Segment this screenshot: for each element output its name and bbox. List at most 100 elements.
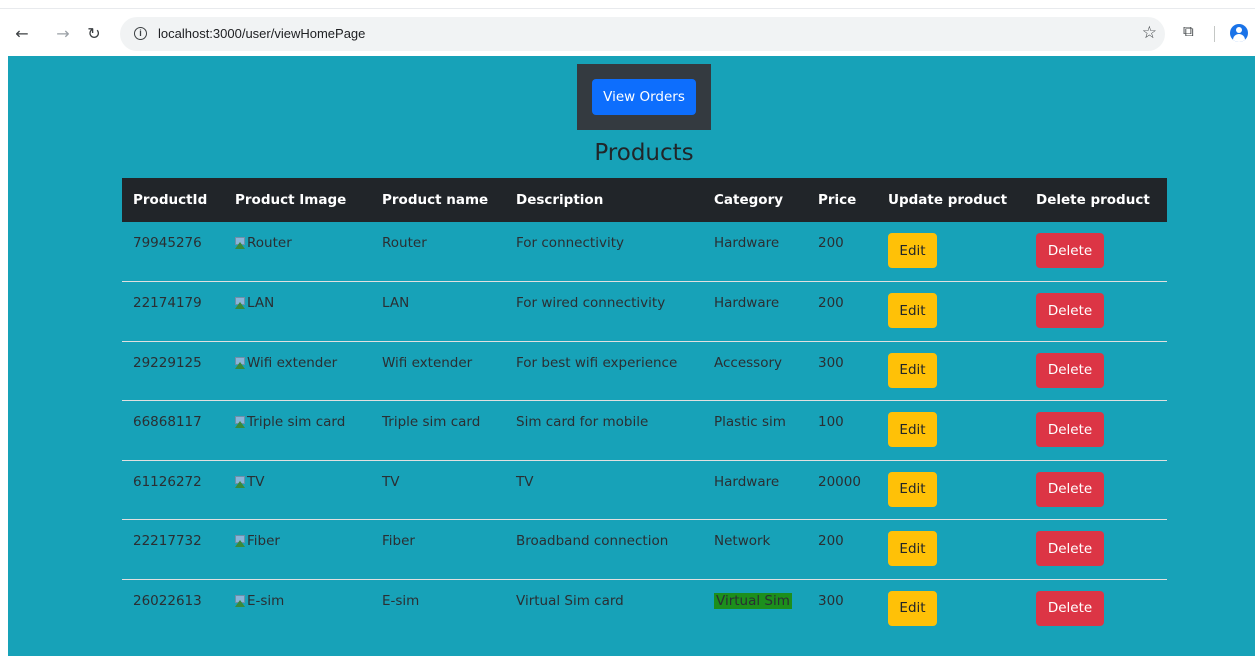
url-text[interactable]: localhost:3000/user/viewHomePage: [158, 26, 365, 41]
broken-image-icon: [235, 237, 246, 249]
column-header: Product name: [382, 192, 489, 208]
product-description: For connectivity: [516, 235, 624, 251]
column-header: Delete product: [1036, 192, 1150, 208]
broken-image-icon: [235, 535, 246, 547]
table-row: 29229125 Wifi extender Wifi extender For…: [122, 341, 1167, 401]
product-id: 79945276: [133, 235, 202, 251]
delete-button[interactable]: Delete: [1036, 352, 1104, 388]
product-description: Broadband connection: [516, 533, 669, 549]
delete-button[interactable]: Delete: [1036, 412, 1104, 447]
column-header: Product Image: [235, 192, 347, 208]
products-table: ProductId Product Image Product name Des…: [122, 178, 1167, 639]
column-header: Price: [818, 192, 857, 208]
column-header: Description: [516, 192, 604, 208]
product-price: 200: [818, 533, 844, 549]
product-id: 22174179: [133, 295, 202, 311]
edit-button[interactable]: Edit: [888, 233, 937, 268]
product-name: TV: [382, 473, 400, 490]
product-name: Wifi extender: [382, 354, 473, 371]
product-name: E-sim: [382, 592, 420, 609]
edit-button[interactable]: Edit: [888, 590, 937, 626]
back-arrow-icon[interactable]: ←: [12, 24, 32, 44]
table-row: 61126272 TV TV TV Hardware 20000 Edit De…: [122, 460, 1167, 520]
product-image-alt: LAN: [247, 295, 275, 311]
product-image: Wifi extender: [235, 355, 337, 371]
product-price: 300: [818, 354, 844, 371]
product-image: LAN: [235, 295, 274, 311]
product-id: 61126272: [133, 473, 202, 490]
product-image: Fiber: [235, 533, 280, 549]
view-orders-button[interactable]: View Orders: [592, 79, 696, 115]
forward-arrow-icon[interactable]: →: [53, 24, 73, 44]
product-image-alt: Wifi extender: [247, 354, 338, 371]
product-id: 66868117: [133, 414, 202, 430]
product-name: Fiber: [382, 533, 415, 549]
product-id: 26022613: [133, 592, 202, 609]
bookmark-star-icon[interactable]: ☆: [1142, 23, 1157, 43]
product-name: Triple sim card: [382, 414, 481, 430]
delete-button[interactable]: Delete: [1036, 293, 1104, 328]
product-name: LAN: [382, 295, 410, 311]
product-price: 100: [818, 414, 844, 430]
profile-avatar-icon[interactable]: [1230, 24, 1248, 42]
orders-panel: View Orders: [577, 64, 711, 130]
product-image-alt: Router: [247, 235, 292, 251]
product-price: 200: [818, 295, 844, 311]
edit-button[interactable]: Edit: [888, 531, 937, 566]
table-row: 26022613 E-sim E-sim Virtual Sim card Vi…: [122, 579, 1167, 639]
product-category: Network: [714, 533, 771, 549]
broken-image-icon: [235, 475, 246, 488]
product-price: 200: [818, 235, 844, 251]
product-price: 300: [818, 592, 844, 609]
product-description: Sim card for mobile: [516, 414, 649, 430]
site-info-icon[interactable]: i: [134, 27, 147, 40]
product-description: Virtual Sim card: [516, 592, 624, 609]
browser-toolbar: ← → ↻ i localhost:3000/user/viewHomePage…: [0, 0, 1255, 56]
delete-button[interactable]: Delete: [1036, 531, 1104, 566]
product-image-alt: TV: [247, 473, 265, 490]
product-image: Router: [235, 235, 292, 251]
edit-button[interactable]: Edit: [888, 293, 937, 328]
product-image: Triple sim card: [235, 414, 345, 430]
delete-button[interactable]: Delete: [1036, 471, 1104, 507]
table-header-row: ProductId Product Image Product name Des…: [122, 178, 1167, 222]
broken-image-icon: [235, 594, 246, 607]
table-row: 22217732 Fiber Fiber Broadband connectio…: [122, 520, 1167, 579]
product-name: Router: [382, 235, 427, 251]
delete-button[interactable]: Delete: [1036, 590, 1104, 626]
broken-image-icon: [235, 416, 246, 428]
delete-button[interactable]: Delete: [1036, 233, 1104, 268]
edit-button[interactable]: Edit: [888, 352, 937, 388]
product-id: 22217732: [133, 533, 202, 549]
product-description: For wired connectivity: [516, 295, 666, 311]
product-category: Plastic sim: [714, 414, 786, 430]
table-row: 22174179 LAN LAN For wired connectivity …: [122, 282, 1167, 341]
tabstrip-divider: [0, 8, 1255, 9]
product-category: Hardware: [714, 473, 780, 490]
product-image: TV: [235, 474, 264, 490]
extensions-icon[interactable]: ⧉: [1183, 22, 1201, 42]
broken-image-icon: [235, 297, 246, 309]
product-image-alt: Fiber: [247, 533, 280, 549]
toolbar-separator: [1214, 26, 1215, 42]
page-title: Products: [594, 140, 694, 166]
broken-image-icon: [235, 356, 246, 369]
product-category: Hardware: [714, 295, 780, 311]
reload-icon[interactable]: ↻: [84, 24, 104, 44]
table-row: 66868117 Triple sim card Triple sim card…: [122, 401, 1167, 460]
product-image-alt: Triple sim card: [247, 414, 346, 430]
product-id: 29229125: [133, 354, 202, 371]
column-header: Category: [714, 192, 784, 208]
column-header: Update product: [888, 192, 1008, 208]
edit-button[interactable]: Edit: [888, 471, 937, 507]
product-image-alt: E-sim: [247, 592, 285, 609]
product-description: TV: [516, 473, 534, 490]
page-content: View Orders Products ProductId Product I…: [8, 56, 1255, 656]
product-category: Hardware: [714, 235, 780, 251]
product-category: Virtual Sim: [714, 592, 792, 609]
product-category: Accessory: [714, 354, 783, 371]
product-image: E-sim: [235, 593, 284, 609]
edit-button[interactable]: Edit: [888, 412, 937, 447]
address-bar[interactable]: i localhost:3000/user/viewHomePage ☆: [120, 17, 1165, 51]
table-row: 79945276 Router Router For connectivity …: [122, 222, 1167, 282]
